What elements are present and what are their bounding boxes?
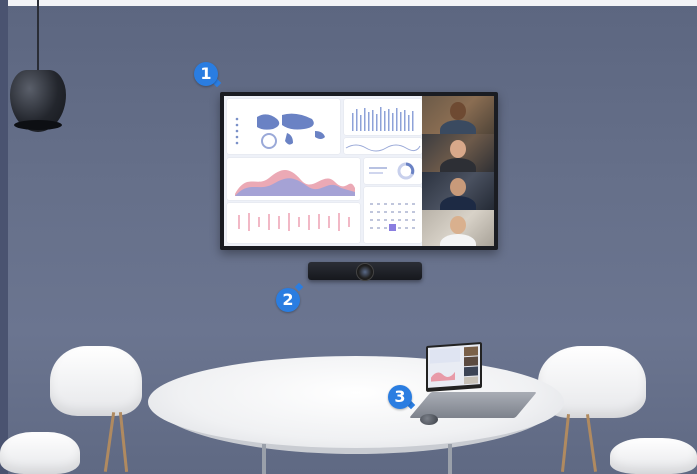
range-chart — [238, 213, 350, 231]
marker-1-display: 1 — [194, 62, 218, 86]
marker-2-video-bar: 2 — [276, 288, 300, 312]
chair-front-right — [610, 438, 697, 474]
map-chart — [235, 113, 325, 149]
chair-leg — [103, 412, 116, 472]
video-participant-2 — [422, 134, 494, 178]
marker-tail-icon — [294, 282, 304, 292]
marker-3-laptop: 3 — [388, 385, 412, 409]
table-leg — [448, 444, 452, 474]
calendar-panel — [364, 187, 422, 243]
video-participant-3 — [422, 172, 494, 216]
ceiling-edge — [0, 0, 697, 6]
area-chart — [235, 170, 355, 196]
donut-panel — [364, 158, 422, 184]
camera-lens-icon — [356, 263, 374, 281]
table-leg — [262, 444, 266, 474]
chair-left — [50, 346, 142, 416]
map-panel — [227, 99, 340, 154]
laptop-display — [428, 344, 480, 388]
calendar-grid — [370, 203, 415, 231]
chair-leg — [585, 414, 598, 472]
bar-chart-panel — [344, 99, 422, 135]
display-screen — [224, 96, 494, 246]
bar-chart — [352, 107, 414, 131]
wall-display — [220, 92, 498, 250]
area-chart-panel — [227, 158, 360, 200]
chair-leg — [560, 414, 571, 472]
lamp-cord — [37, 0, 39, 72]
range-chart-panel — [227, 203, 360, 243]
video-participant-1 — [422, 96, 494, 140]
video-participant-4 — [422, 210, 494, 246]
video-bar-device — [308, 262, 422, 281]
laptop-screen — [426, 342, 482, 392]
wireless-presentation-puck — [420, 414, 438, 425]
wall-corner — [0, 0, 8, 474]
chair-front-left — [0, 432, 80, 474]
chair-leg — [118, 412, 129, 472]
pendant-lamp-base — [14, 120, 62, 130]
line-panel — [344, 138, 422, 154]
meeting-room-photo: 1 2 3 — [0, 0, 697, 474]
